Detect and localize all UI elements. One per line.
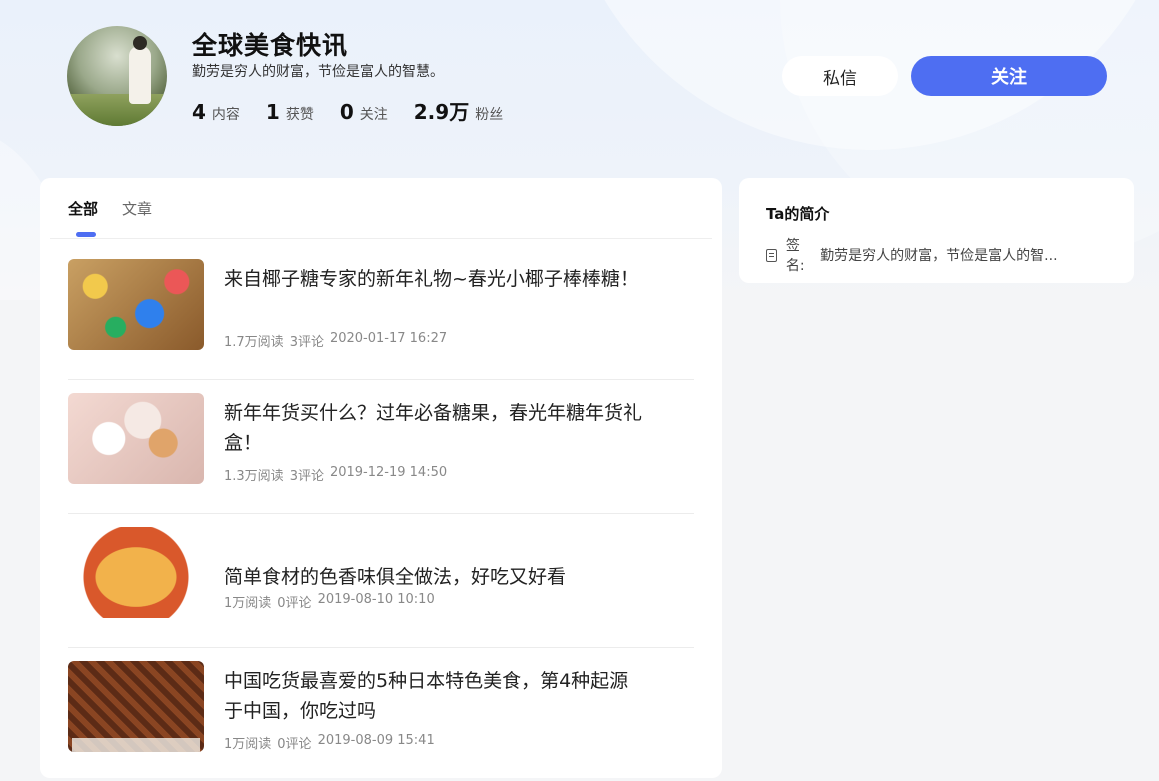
article-meta: 1万阅读 0评论 2019-08-10 10:10 — [224, 592, 441, 611]
stat-likes: 1 获赞 — [266, 100, 314, 124]
article-thumbnail[interactable] — [68, 259, 204, 350]
content-card: 全部 文章 来自椰子糖专家的新年礼物~春光小椰子棒棒糖！ 1.7万阅读 3评论 … — [40, 178, 722, 778]
comment-count: 3评论 — [289, 469, 324, 484]
stat-value: 4 — [192, 100, 206, 124]
read-count: 1万阅读 — [224, 596, 272, 611]
tab-all[interactable]: 全部 — [68, 198, 98, 231]
article-title[interactable]: 新年年货买什么？过年必备糖果，春光年糖年货礼盒！ — [224, 398, 644, 458]
stat-label: 关注 — [359, 107, 388, 123]
publish-date: 2020-01-17 16:27 — [329, 331, 448, 346]
comment-count: 0评论 — [277, 596, 312, 611]
article-meta: 1.7万阅读 3评论 2020-01-17 16:27 — [224, 331, 453, 350]
stat-following[interactable]: 0 关注 — [340, 100, 388, 124]
intro-card: Ta的简介 签名: 勤劳是穷人的财富，节俭是富人的智... — [739, 178, 1134, 283]
list-item[interactable]: 中国吃货最喜爱的5种日本特色美食，第4种起源于中国，你吃过吗 1万阅读 0评论 … — [68, 648, 694, 781]
list-item[interactable]: 简单食材的色香味俱全做法，好吃又好看 1万阅读 0评论 2019-08-10 1… — [68, 514, 694, 648]
article-thumbnail[interactable] — [68, 393, 204, 484]
list-item[interactable]: 新年年货买什么？过年必备糖果，春光年糖年货礼盒！ 1.3万阅读 3评论 2019… — [68, 380, 694, 514]
article-thumbnail[interactable] — [68, 527, 204, 618]
publish-date: 2019-08-09 15:41 — [317, 733, 435, 748]
publish-date: 2019-12-19 14:50 — [329, 465, 448, 480]
avatar[interactable] — [67, 26, 167, 126]
stat-value: 1 — [265, 100, 280, 124]
message-button[interactable]: 私信 — [782, 56, 898, 96]
signature-label: 签名: — [785, 238, 805, 274]
intro-signature: 签名: 勤劳是穷人的财富，节俭是富人的智... — [766, 235, 1134, 275]
stat-label: 获赞 — [285, 107, 314, 123]
stat-content[interactable]: 4 内容 — [192, 100, 240, 124]
comment-count: 0评论 — [277, 737, 312, 752]
comment-count: 3评论 — [289, 335, 324, 350]
read-count: 1万阅读 — [224, 737, 272, 752]
profile-name: 全球美食快讯 — [192, 31, 349, 60]
stat-value: 2.9万 — [413, 100, 470, 124]
tabs-divider — [50, 238, 712, 239]
article-title[interactable]: 中国吃货最喜爱的5种日本特色美食，第4种起源于中国，你吃过吗 — [224, 666, 644, 726]
article-meta: 1万阅读 0评论 2019-08-09 15:41 — [224, 733, 441, 752]
content-tabs: 全部 文章 — [68, 198, 176, 231]
article-title[interactable]: 简单食材的色香味俱全做法，好吃又好看 — [224, 562, 644, 592]
read-count: 1.7万阅读 — [224, 335, 284, 350]
article-thumbnail[interactable] — [68, 661, 204, 752]
signature-text: 勤劳是穷人的财富，节俭是富人的智... — [820, 248, 1058, 264]
article-meta: 1.3万阅读 3评论 2019-12-19 14:50 — [224, 465, 453, 484]
document-icon — [766, 248, 777, 262]
article-title[interactable]: 来自椰子糖专家的新年礼物~春光小椰子棒棒糖！ — [224, 264, 644, 294]
active-tab-indicator — [76, 232, 96, 237]
profile-bio: 勤劳是穷人的财富，节俭是富人的智慧。 — [192, 64, 444, 80]
stat-label: 内容 — [211, 107, 240, 123]
tab-articles[interactable]: 文章 — [122, 198, 152, 231]
stat-followers[interactable]: 2.9万 粉丝 — [414, 96, 503, 125]
stat-label: 粉丝 — [475, 107, 504, 123]
profile-stats: 4 内容 1 获赞 0 关注 2.9万 粉丝 — [192, 96, 529, 125]
follow-button[interactable]: 关注 — [911, 56, 1107, 96]
article-list: 来自椰子糖专家的新年礼物~春光小椰子棒棒糖！ 1.7万阅读 3评论 2020-0… — [68, 246, 694, 781]
intro-title: Ta的简介 — [766, 205, 830, 223]
read-count: 1.3万阅读 — [224, 469, 284, 484]
stat-value: 0 — [339, 100, 354, 124]
publish-date: 2019-08-10 10:10 — [317, 592, 435, 607]
list-item[interactable]: 来自椰子糖专家的新年礼物~春光小椰子棒棒糖！ 1.7万阅读 3评论 2020-0… — [68, 246, 694, 380]
